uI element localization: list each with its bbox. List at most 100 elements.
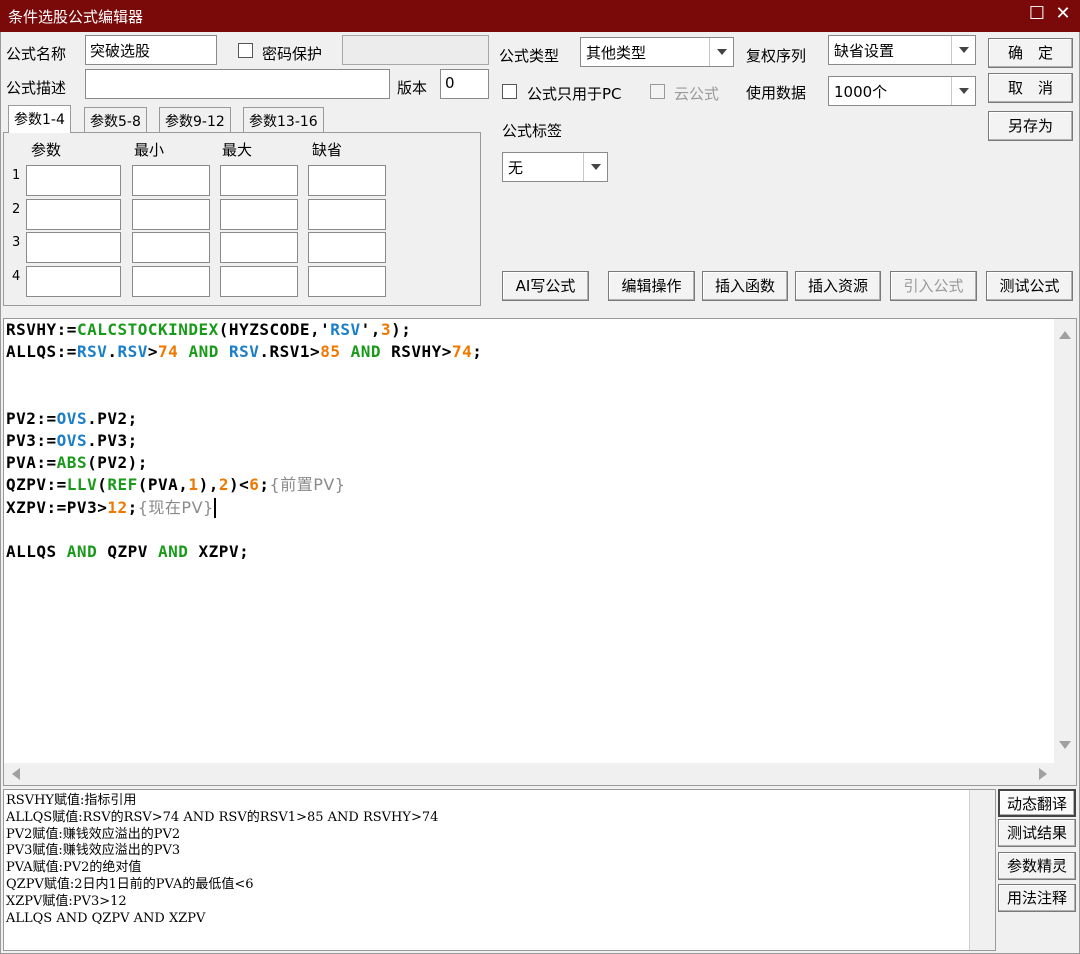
- code-token: XZPV:=PV3>: [6, 497, 108, 517]
- param-name-input[interactable]: [26, 199, 121, 230]
- param-max-input[interactable]: [220, 266, 298, 297]
- code-token: RSVHY:=: [6, 320, 77, 339]
- code-token: >: [147, 342, 159, 362]
- chevron-down-icon[interactable]: [951, 77, 975, 105]
- scroll-up-icon[interactable]: [1059, 331, 1071, 339]
- password-input[interactable]: [342, 35, 489, 65]
- scroll-down-icon[interactable]: [1059, 741, 1071, 749]
- param-wizard-button[interactable]: 参数精灵: [998, 852, 1076, 880]
- tab-params-9-12[interactable]: 参数9-12: [159, 107, 231, 133]
- code-token: PV3:=: [6, 430, 57, 450]
- code-line[interactable]: ALLQS:=RSV.RSV>74 AND RSV.RSV1>85 AND RS…: [6, 341, 482, 363]
- param-default-input[interactable]: [308, 199, 386, 230]
- param-name-input[interactable]: [26, 165, 121, 196]
- param-header-default: 缺省: [312, 141, 343, 159]
- tab-params-13-16[interactable]: 参数13-16: [243, 107, 324, 133]
- scroll-right-icon[interactable]: [1039, 768, 1047, 780]
- param-panel: 参数 最小 最大 缺省 1 2 3 4: [3, 132, 481, 306]
- use-data-select[interactable]: 1000个: [828, 76, 976, 106]
- tab-params-5-8[interactable]: 参数5-8: [84, 107, 147, 133]
- formula-type-select[interactable]: 其他类型: [580, 37, 734, 67]
- code-token: )<: [228, 475, 250, 495]
- code-token: ;: [472, 342, 483, 362]
- cancel-button[interactable]: 取 消: [988, 73, 1073, 103]
- horizontal-scrollbar[interactable]: [4, 763, 1076, 785]
- version-input[interactable]: 0: [440, 69, 489, 99]
- test-results-button[interactable]: 测试结果: [998, 819, 1076, 847]
- param-default-input[interactable]: [308, 266, 386, 297]
- param-max-input[interactable]: [220, 199, 298, 230]
- cloud-checkbox[interactable]: [650, 84, 665, 99]
- param-max-input[interactable]: [220, 165, 298, 196]
- code-token: .RSV1>: [259, 342, 321, 362]
- formula-tag-value: 无: [508, 159, 524, 177]
- code-line[interactable]: [6, 363, 482, 385]
- maximize-icon[interactable]: ☐: [1026, 3, 1048, 25]
- param-min-input[interactable]: [132, 232, 210, 263]
- code-line[interactable]: XZPV:=PV3>12;{现在PV}: [6, 497, 482, 519]
- chevron-down-icon[interactable]: [583, 153, 607, 181]
- param-default-input[interactable]: [308, 232, 386, 263]
- code-token: AND: [188, 342, 219, 362]
- formula-desc-input[interactable]: [85, 69, 390, 99]
- vertical-scrollbar[interactable]: [1054, 319, 1076, 767]
- code-line[interactable]: [6, 519, 482, 541]
- code-token: (PV2);: [87, 453, 148, 473]
- param-min-input[interactable]: [132, 165, 210, 196]
- fuquan-label: 复权序列: [746, 47, 807, 65]
- edit-ops-button[interactable]: 编辑操作: [608, 271, 695, 301]
- password-checkbox[interactable]: [238, 43, 253, 58]
- param-name-input[interactable]: [26, 266, 121, 297]
- pc-only-checkbox[interactable]: [502, 84, 517, 99]
- scroll-left-icon[interactable]: [12, 768, 20, 780]
- insert-resource-button[interactable]: 插入资源: [795, 271, 881, 301]
- usage-notes-button[interactable]: 用法注释: [998, 884, 1076, 912]
- code-token: 6: [249, 475, 260, 495]
- param-max-input[interactable]: [220, 232, 298, 263]
- formula-tag-select[interactable]: 无: [502, 152, 608, 182]
- save-as-button[interactable]: 另存为: [988, 111, 1073, 141]
- dynamic-translate-button[interactable]: 动态翻译: [998, 789, 1076, 817]
- code-token: OVS: [56, 408, 88, 428]
- code-editor[interactable]: RSVHY:=CALCSTOCKINDEX(HYZSCODE,'RSV',3);…: [3, 318, 1077, 786]
- code-token: (PVA,: [137, 475, 189, 495]
- param-name-input[interactable]: [26, 232, 121, 263]
- translation-text: RSVHY赋值:指标引用 ALLQS赋值:RSV的RSV>74 AND RSV的R…: [6, 793, 438, 927]
- code-token: OVS: [56, 430, 88, 450]
- fuquan-value: 缺省设置: [834, 42, 895, 60]
- code-token: PV2:=: [6, 408, 57, 428]
- formula-name-input[interactable]: 突破选股: [85, 35, 217, 65]
- code-line[interactable]: ALLQS AND QZPV AND XZPV;: [6, 541, 482, 563]
- ai-write-button[interactable]: AI写公式: [502, 271, 589, 301]
- param-min-input[interactable]: [132, 266, 210, 297]
- code-line[interactable]: PV2:=OVS.PV2;: [6, 408, 482, 430]
- formula-name-label: 公式名称: [6, 45, 67, 63]
- code-line[interactable]: RSVHY:=CALCSTOCKINDEX(HYZSCODE,'RSV',3);: [6, 319, 482, 341]
- close-icon[interactable]: ✕: [1052, 3, 1074, 25]
- code-token: {现在PV}: [137, 497, 214, 517]
- chevron-down-icon[interactable]: [951, 36, 975, 64]
- fuquan-select[interactable]: 缺省设置: [828, 35, 976, 65]
- ok-button[interactable]: 确 定: [988, 38, 1073, 68]
- code-token: RSV: [76, 342, 108, 362]
- test-formula-button[interactable]: 测试公式: [986, 271, 1073, 301]
- translation-line: QZPV赋值:2日内1日前的PVA的最低值<6: [6, 876, 254, 892]
- param-row-number: 1: [12, 168, 21, 183]
- code-line[interactable]: PVA:=ABS(PV2);: [6, 452, 482, 474]
- param-default-input[interactable]: [308, 165, 386, 196]
- code-token: 12: [107, 497, 128, 517]
- chevron-down-icon[interactable]: [709, 38, 733, 66]
- code-line[interactable]: QZPV:=LLV(REF(PVA,1),2)<6;{前置PV}: [6, 474, 482, 496]
- insert-function-button[interactable]: 插入函数: [702, 271, 788, 301]
- code-text[interactable]: RSVHY:=CALCSTOCKINDEX(HYZSCODE,'RSV',3);…: [6, 319, 482, 563]
- import-formula-button[interactable]: 引入公式: [890, 271, 977, 301]
- translation-scrollbar[interactable]: [969, 790, 995, 950]
- formula-type-label: 公式类型: [499, 47, 560, 65]
- tab-params-1-4[interactable]: 参数1-4: [8, 105, 71, 133]
- formula-type-value: 其他类型: [586, 44, 647, 62]
- code-line[interactable]: PV3:=OVS.PV3;: [6, 430, 482, 452]
- param-min-input[interactable]: [132, 199, 210, 230]
- code-line[interactable]: [6, 386, 482, 408]
